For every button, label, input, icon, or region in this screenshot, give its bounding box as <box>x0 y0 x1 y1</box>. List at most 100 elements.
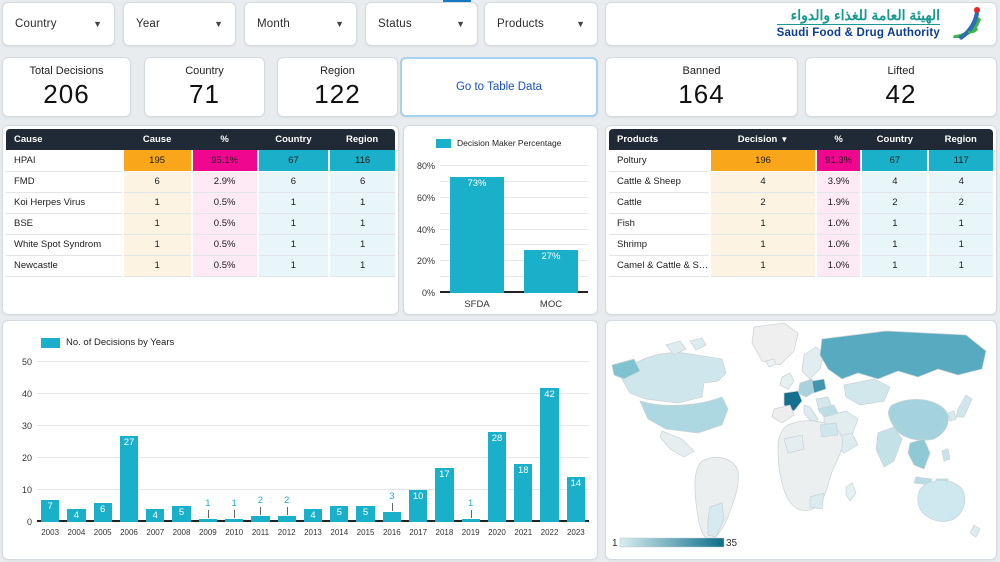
table-cell[interactable]: 1 <box>927 213 993 235</box>
filter-status[interactable]: Status ▼ <box>365 2 478 46</box>
bar[interactable]: 27 <box>119 435 139 522</box>
bar[interactable]: 28 <box>487 432 507 522</box>
table-row[interactable]: Poltury 196 91.3% 67 117 <box>609 150 993 172</box>
bar[interactable] <box>198 518 218 522</box>
map-region-canada[interactable] <box>621 352 727 404</box>
table-row[interactable]: HPAI 195 95.1% 67 116 <box>6 150 395 172</box>
column-header[interactable]: Cause <box>122 129 192 150</box>
table-cell[interactable]: 1 <box>709 234 816 256</box>
table-row[interactable]: Cattle & Sheep 4 3.9% 4 4 <box>609 171 993 193</box>
bar[interactable]: 42 <box>540 387 559 522</box>
map-region-japan[interactable] <box>955 394 973 418</box>
map-region-iberia[interactable] <box>771 404 795 424</box>
map-region-mexico[interactable] <box>659 430 695 458</box>
bar[interactable]: 6 <box>93 502 112 522</box>
table-cell[interactable]: 195 <box>121 150 192 172</box>
map-region-argentina[interactable] <box>707 502 725 538</box>
table-cell[interactable]: 1 <box>709 213 816 235</box>
map-region-greenland[interactable] <box>751 322 799 366</box>
table-cell[interactable]: 1 <box>927 255 993 277</box>
column-header[interactable]: Region <box>329 129 395 150</box>
cause-table-header[interactable]: Cause Cause% Country Region <box>6 129 395 150</box>
map-region-central-asia[interactable] <box>843 378 891 406</box>
table-cell[interactable]: 0.5% <box>190 192 258 214</box>
table-cell[interactable]: 3.9% <box>814 171 862 193</box>
table-cell[interactable]: 91.3% <box>814 150 862 172</box>
bar[interactable]: 5 <box>172 506 191 522</box>
table-cell[interactable]: 1 <box>328 234 395 256</box>
table-cell[interactable]: BSE <box>6 213 123 235</box>
table-row[interactable]: BSE 1 0.5% 1 1 <box>6 213 395 235</box>
table-cell[interactable]: 2 <box>927 192 993 214</box>
table-cell[interactable]: 1 <box>328 192 395 214</box>
table-row[interactable]: FMD 6 2.9% 6 6 <box>6 171 395 193</box>
column-header[interactable]: % <box>815 129 862 150</box>
table-cell[interactable]: Camel & Cattle & Sh... <box>609 255 710 277</box>
table-cell[interactable]: 67 <box>256 150 330 172</box>
bar[interactable] <box>277 515 296 522</box>
bar[interactable]: 5 <box>356 506 375 522</box>
bar[interactable]: 14 <box>566 477 586 522</box>
bar[interactable] <box>251 515 270 522</box>
table-cell[interactable]: 0.5% <box>190 213 258 235</box>
table-cell[interactable]: 0.5% <box>190 234 258 256</box>
table-cell[interactable]: 1 <box>121 255 192 277</box>
table-cell[interactable]: 1 <box>860 255 929 277</box>
column-header[interactable]: Country <box>257 129 330 150</box>
go-to-table-data-button[interactable]: Go to Table Data <box>400 57 598 117</box>
table-cell[interactable]: 95.1% <box>190 150 258 172</box>
bar[interactable]: 73% <box>450 177 504 293</box>
column-header[interactable]: Region <box>928 129 993 150</box>
table-cell[interactable]: 6 <box>121 171 192 193</box>
table-cell[interactable]: 2 <box>860 192 929 214</box>
table-cell[interactable]: Poltury <box>609 150 710 172</box>
table-cell[interactable]: FMD <box>6 171 123 193</box>
filter-products[interactable]: Products ▼ <box>484 2 598 46</box>
table-row[interactable]: Cattle 2 1.9% 2 2 <box>609 192 993 214</box>
table-cell[interactable]: 1.0% <box>814 234 862 256</box>
table-cell[interactable]: 1.9% <box>814 192 862 214</box>
table-cell[interactable]: 1 <box>328 213 395 235</box>
table-cell[interactable]: 1 <box>256 255 330 277</box>
map-region-arctic-island[interactable] <box>689 337 707 351</box>
column-header[interactable]: Cause <box>6 129 123 150</box>
table-cell[interactable]: 1 <box>256 234 330 256</box>
bar[interactable]: 5 <box>330 506 349 522</box>
table-row[interactable]: Newcastle 1 0.5% 1 1 <box>6 255 395 277</box>
map-region-russia[interactable] <box>819 330 987 380</box>
table-cell[interactable]: 1 <box>256 213 330 235</box>
table-cell[interactable]: 1 <box>256 192 330 214</box>
table-row[interactable]: Camel & Cattle & Sh... 1 1.0% 1 1 <box>609 255 993 277</box>
table-cell[interactable]: 116 <box>328 150 395 172</box>
map-region-new-zealand[interactable] <box>969 524 981 538</box>
table-cell[interactable]: HPAI <box>6 150 123 172</box>
map-region-southeast-asia[interactable] <box>907 438 931 470</box>
map-region-poland[interactable] <box>811 378 827 394</box>
bar[interactable] <box>461 518 480 522</box>
bar[interactable]: 27% <box>524 250 578 293</box>
table-cell[interactable]: 1 <box>328 255 395 277</box>
bar[interactable]: 4 <box>67 509 86 522</box>
table-cell[interactable]: 1 <box>860 213 929 235</box>
bar[interactable]: 10 <box>408 490 428 522</box>
table-cell[interactable]: Cattle & Sheep <box>609 171 710 193</box>
table-row[interactable]: Fish 1 1.0% 1 1 <box>609 213 993 235</box>
table-cell[interactable]: 196 <box>709 150 816 172</box>
table-cell[interactable]: Fish <box>609 213 710 235</box>
table-cell[interactable]: 67 <box>860 150 929 172</box>
filter-month[interactable]: Month ▼ <box>244 2 357 46</box>
table-cell[interactable]: 6 <box>328 171 395 193</box>
bar[interactable]: 18 <box>514 464 533 522</box>
column-header[interactable]: Country <box>861 129 929 150</box>
table-cell[interactable]: 2 <box>709 192 816 214</box>
table-row[interactable]: Shrimp 1 1.0% 1 1 <box>609 234 993 256</box>
column-header[interactable]: Products <box>609 129 710 150</box>
filter-year[interactable]: Year ▼ <box>123 2 236 46</box>
map-region-uk[interactable] <box>779 372 795 390</box>
table-cell[interactable]: Shrimp <box>609 234 710 256</box>
table-cell[interactable]: 1 <box>121 234 192 256</box>
table-cell[interactable]: 2.9% <box>190 171 258 193</box>
bar[interactable]: 17 <box>435 467 454 522</box>
table-cell[interactable]: Koi Herpes Virus <box>6 192 123 214</box>
table-cell[interactable]: Newcastle <box>6 255 123 277</box>
